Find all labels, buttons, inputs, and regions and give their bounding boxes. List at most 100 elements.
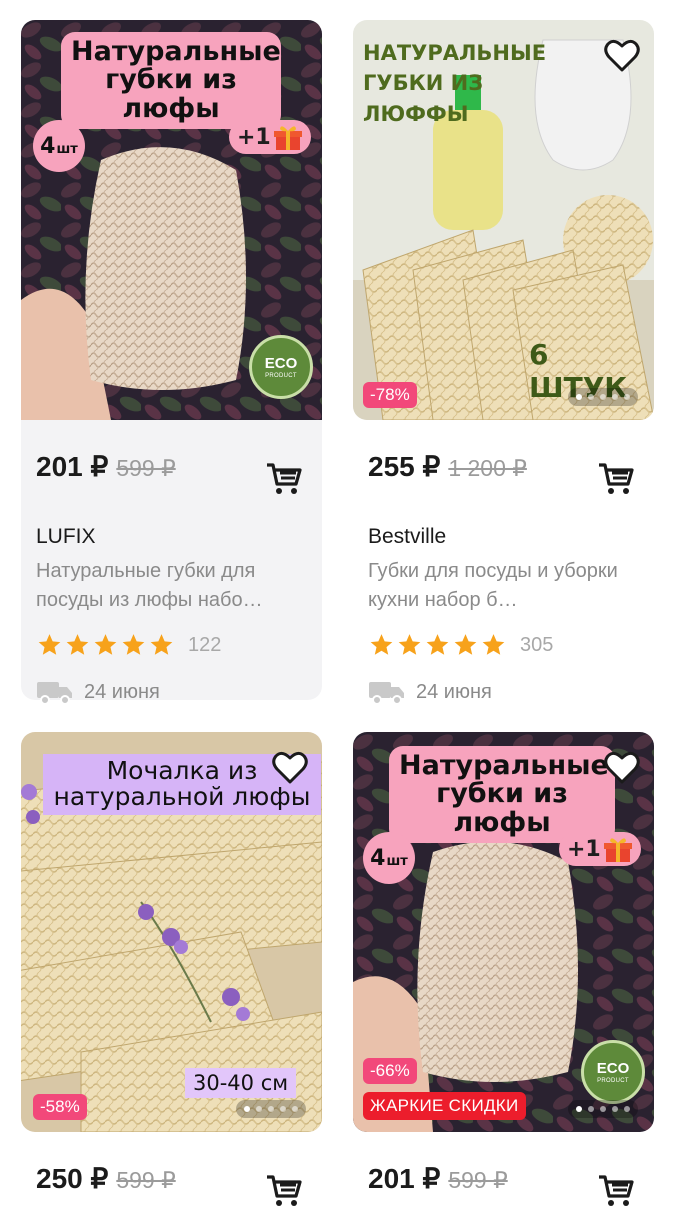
carousel-dot[interactable]	[576, 1106, 582, 1112]
gift-icon	[603, 838, 632, 862]
eco-subtext: PRODUCT	[265, 372, 297, 379]
carousel-dot[interactable]	[292, 1106, 298, 1112]
product-image[interactable]: НАТУРАЛЬНЫЕ ГУБКИ ИЗ ЛЮФФЫ 6 ШТУК -78%	[353, 20, 654, 420]
star-icon	[370, 634, 393, 655]
product-card[interactable]: Натуральные губки из люфы 4 шт +1 ECO PR…	[353, 732, 654, 1206]
pack-count-badge: 4 шт	[33, 120, 85, 172]
banner-line: губки из люфы	[105, 64, 237, 124]
product-image[interactable]: Натуральные губки из люфы 4 шт +1 ECO PR…	[353, 732, 654, 1132]
price: 250 ₽	[36, 1163, 109, 1194]
eco-product-badge: ECO PRODUCT	[249, 335, 313, 399]
heart-outline-icon[interactable]	[602, 36, 642, 76]
product-grid: Натуральные губки из люфы 4 шт +1 ECO PRO…	[0, 0, 676, 1206]
cart-icon[interactable]	[264, 458, 304, 498]
carousel-dot[interactable]	[576, 394, 582, 400]
star-icon	[122, 634, 145, 655]
product-card[interactable]: Мочалка из натуральной люфы 30-40 см -58…	[21, 732, 322, 1206]
product-title[interactable]: Натуральные губки для посуды из люфы наб…	[36, 557, 306, 615]
gift-badge-text: +1	[237, 124, 271, 150]
pack-count: 4	[40, 133, 56, 159]
review-count: 122	[188, 633, 222, 656]
eco-text: ECO	[596, 1059, 630, 1077]
price-row: 201 ₽ 599 ₽	[36, 450, 176, 483]
old-price: 599 ₽	[116, 1167, 176, 1193]
star-icon	[482, 634, 505, 655]
product-image[interactable]: Мочалка из натуральной люфы 30-40 см -58…	[21, 732, 322, 1132]
discount-badge: -66%	[363, 1058, 417, 1084]
star-icon	[150, 634, 173, 655]
carousel-dot[interactable]	[612, 394, 618, 400]
star-icon	[454, 634, 477, 655]
delivery-date: 24 июня	[416, 680, 492, 703]
cart-icon[interactable]	[596, 1170, 636, 1210]
size-tag: 30-40 см	[185, 1068, 297, 1098]
star-icon	[426, 634, 449, 655]
eco-product-badge: ECO PRODUCT	[581, 1040, 645, 1104]
old-price: 1 200 ₽	[448, 455, 527, 481]
carousel-dot[interactable]	[244, 1106, 250, 1112]
carousel-dot[interactable]	[280, 1106, 286, 1112]
heart-outline-icon[interactable]	[270, 748, 310, 788]
carousel-dot[interactable]	[256, 1106, 262, 1112]
gift-badge: +1	[559, 832, 641, 866]
product-image[interactable]: Натуральные губки из люфы 4 шт +1 ECO PRO…	[21, 20, 322, 420]
eco-text: ECO	[264, 354, 298, 372]
discount-badge: -58%	[33, 1094, 87, 1120]
delivery-info: 24 июня	[36, 678, 160, 706]
carousel-dot[interactable]	[268, 1106, 274, 1112]
eco-subtext: PRODUCT	[597, 1077, 629, 1084]
carousel-dot[interactable]	[600, 394, 606, 400]
product-title[interactable]: Губки для посуды и уборки кухни набор б…	[368, 557, 638, 615]
price: 255 ₽	[368, 451, 441, 482]
carousel-dot[interactable]	[624, 394, 630, 400]
image-banner: Натуральные губки из люфы	[61, 32, 281, 130]
price-row: 255 ₽ 1 200 ₽	[368, 450, 527, 483]
image-banner: НАТУРАЛЬНЫЕ ГУБКИ ИЗ ЛЮФФЫ	[363, 38, 593, 129]
cart-icon[interactable]	[264, 1170, 304, 1210]
price-row: 201 ₽ 599 ₽	[368, 1162, 508, 1195]
price: 201 ₽	[368, 1163, 441, 1194]
old-price: 599 ₽	[448, 1167, 508, 1193]
product-card[interactable]: НАТУРАЛЬНЫЕ ГУБКИ ИЗ ЛЮФФЫ 6 ШТУК -78% 2…	[353, 20, 654, 705]
star-icon	[38, 634, 61, 655]
carousel-dot[interactable]	[600, 1106, 606, 1112]
review-count: 305	[520, 633, 554, 656]
truck-icon	[37, 682, 72, 705]
delivery-date: 24 июня	[84, 680, 160, 703]
gift-icon	[273, 126, 302, 150]
delivery-info: 24 июня	[368, 678, 492, 706]
rating: 122	[36, 632, 221, 658]
gift-badge-text: +1	[567, 836, 601, 862]
carousel-dots[interactable]	[236, 1100, 306, 1118]
carousel-dot[interactable]	[624, 1106, 630, 1112]
pack-count: 4	[370, 845, 386, 871]
banner-line: ЛЮФФЫ	[363, 101, 469, 126]
heart-outline-icon[interactable]	[602, 748, 642, 788]
cart-icon[interactable]	[596, 458, 636, 498]
star-icon	[398, 634, 421, 655]
carousel-dots[interactable]	[568, 388, 638, 406]
rating: 305	[368, 632, 553, 658]
pack-unit: шт	[386, 853, 408, 869]
hot-sale-label: ЖАРКИЕ СКИДКИ	[363, 1092, 526, 1120]
old-price: 599 ₽	[116, 455, 176, 481]
gift-badge: +1	[229, 120, 311, 154]
carousel-dot[interactable]	[588, 394, 594, 400]
product-card[interactable]: Натуральные губки из люфы 4 шт +1 ECO PRO…	[21, 20, 322, 705]
carousel-dot[interactable]	[588, 1106, 594, 1112]
carousel-dot[interactable]	[612, 1106, 618, 1112]
carousel-dots[interactable]	[568, 1100, 638, 1118]
banner-line: Натуральные	[399, 750, 609, 781]
banner-line: НАТУРАЛЬНЫЕ ГУБКИ ИЗ	[363, 41, 547, 96]
banner-line: Натуральные	[71, 36, 281, 67]
discount-badge: -78%	[363, 382, 417, 408]
brand-name: Bestville	[368, 525, 447, 548]
brand-name: LUFIX	[36, 525, 96, 548]
price-row: 250 ₽ 599 ₽	[36, 1162, 176, 1195]
banner-line: губки из люфы	[436, 778, 568, 838]
price: 201 ₽	[36, 451, 109, 482]
star-icon	[94, 634, 117, 655]
banner-line: натуральной люфы	[53, 782, 311, 812]
image-banner: Натуральные губки из люфы	[389, 746, 615, 844]
pack-count-badge: 4 шт	[363, 832, 415, 884]
